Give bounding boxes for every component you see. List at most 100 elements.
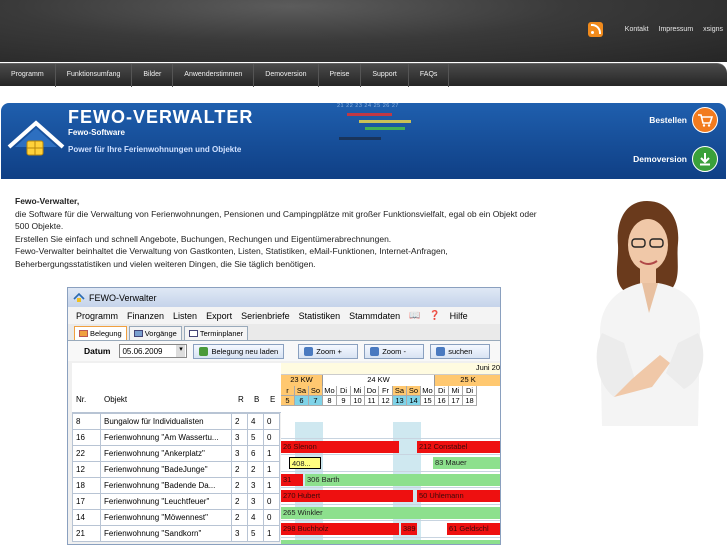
- booking-bar[interactable]: 298 Buchholz: [281, 523, 399, 535]
- top-links: Kontakt Impressum xsigns: [587, 22, 723, 37]
- day-label: Mo: [323, 386, 337, 396]
- banner-subtitle: Fewo-Software: [68, 128, 125, 137]
- help-icon[interactable]: ❓: [429, 310, 440, 321]
- week-24: 24 KW: [323, 375, 435, 386]
- zoom-in-button[interactable]: Zoom +: [298, 343, 359, 359]
- menu-programm[interactable]: Programm: [76, 311, 118, 321]
- menu-finanzen[interactable]: Finanzen: [127, 311, 164, 321]
- table-row[interactable]: 18 Ferienwohnung "Badende Da... 2 3 1: [72, 477, 280, 494]
- booking-bar[interactable]: 50 Uhlemann: [417, 490, 500, 502]
- cell-b: 3: [247, 493, 264, 510]
- menu-hilfe[interactable]: Hilfe: [450, 311, 468, 321]
- date-label: Datum: [84, 346, 111, 356]
- intro-p1: die Software für die Verwaltung von Feri…: [15, 208, 537, 232]
- cell-nr: 22: [72, 445, 101, 462]
- cell-e: 1: [263, 445, 280, 462]
- nav-anwenderstimmen[interactable]: Anwenderstimmen: [173, 64, 255, 87]
- booking-bar[interactable]: 212 Constabel: [417, 440, 500, 453]
- banner-calendar-graphic: 21 22 23 24 25 26 27: [337, 103, 427, 155]
- nav-funktionsumfang[interactable]: Funktionsumfang: [56, 64, 133, 87]
- app-tabs: Belegung Vorgänge Terminplaner: [68, 324, 500, 341]
- planner-icon: [188, 330, 198, 337]
- timeline-rows: 26 Slenon 212 Constabel 408... 83 Mauer …: [281, 422, 500, 544]
- menu-export[interactable]: Export: [206, 311, 232, 321]
- daynum-label: 11: [365, 396, 379, 406]
- cell-objekt: Ferienwohnung "Sandkorn": [100, 525, 232, 542]
- cell-nr: 17: [72, 493, 101, 510]
- booking-bar[interactable]: 270 Hubert: [281, 490, 413, 502]
- booking-bar[interactable]: 265 Winkler: [281, 506, 500, 519]
- demo-button[interactable]: Demoversion: [633, 146, 718, 172]
- menu-stammdaten[interactable]: Stammdaten: [349, 311, 400, 321]
- zoom-in-icon: [304, 346, 314, 356]
- nav-faqs[interactable]: FAQs: [409, 64, 450, 87]
- table-row[interactable]: 12 Ferienwohnung "BadeJunge" 2 2 1: [72, 461, 280, 478]
- nav-support[interactable]: Support: [361, 64, 409, 87]
- link-xsigns[interactable]: xsigns: [703, 26, 723, 33]
- booking-bar[interactable]: 26 Slenon: [281, 440, 399, 453]
- menu-statistiken[interactable]: Statistiken: [299, 311, 341, 321]
- cell-objekt: Ferienwohnung "Leuchtfeuer": [100, 493, 232, 510]
- app-toolbar: Datum 05.06.2009 Belegung neu laden Zoom…: [68, 341, 500, 361]
- daynum-label: 18: [463, 396, 477, 406]
- cell-objekt: Ferienwohnung "Am Wassertu...: [100, 429, 232, 446]
- booking-bar[interactable]: 31: [281, 473, 303, 486]
- search-button[interactable]: suchen: [430, 343, 491, 359]
- zoom-out-button[interactable]: Zoom -: [364, 343, 425, 359]
- nav-preise[interactable]: Preise: [319, 64, 362, 87]
- day-label: Di: [463, 386, 477, 396]
- app-house-icon: [73, 292, 85, 302]
- table-row[interactable]: 16 Ferienwohnung "Am Wassertu... 3 5 0: [72, 429, 280, 446]
- table-row[interactable]: 14 Ferienwohnung "Möwennest" 2 4 0: [72, 509, 280, 526]
- cell-nr: 14: [72, 509, 101, 526]
- table-row[interactable]: 8 Bungalow für Individualisten 2 4 0: [72, 413, 280, 430]
- booking-bar[interactable]: [281, 539, 500, 544]
- booking-bar[interactable]: 389: [401, 523, 417, 535]
- table-row[interactable]: 17 Ferienwohnung "Leuchtfeuer" 2 3 0: [72, 493, 280, 510]
- table-row[interactable]: 21 Ferienwohnung "Sandkorn" 3 5 1: [72, 525, 280, 542]
- booking-bar[interactable]: 83 Mauer: [433, 457, 500, 469]
- tab-belegung[interactable]: Belegung: [74, 326, 127, 340]
- nav-programm[interactable]: Programm: [0, 64, 56, 87]
- nav-demoversion[interactable]: Demoversion: [254, 64, 319, 87]
- reload-button[interactable]: Belegung neu laden: [193, 343, 285, 359]
- reload-icon: [199, 346, 209, 356]
- banner-slogan: Power für Ihre Ferienwohnungen und Objek…: [68, 145, 242, 154]
- book-icon[interactable]: 📖: [409, 310, 420, 321]
- cell-e: 0: [263, 429, 280, 446]
- daynum-label: 5: [281, 396, 295, 406]
- date-picker[interactable]: 05.06.2009: [119, 344, 188, 358]
- cell-nr: 12: [72, 461, 101, 478]
- booking-bar[interactable]: 61 Geldschl: [447, 523, 500, 535]
- tab-belegung-label: Belegung: [90, 329, 122, 338]
- nav-bilder[interactable]: Bilder: [132, 64, 174, 87]
- daynum-label: 9: [337, 396, 351, 406]
- tab-vorgaenge[interactable]: Vorgänge: [128, 326, 182, 340]
- top-header: Kontakt Impressum xsigns: [0, 0, 727, 62]
- booking-bar[interactable]: 408...: [289, 457, 321, 469]
- cell-r: 2: [231, 477, 248, 494]
- intro-p2: Erstellen Sie einfach und schnell Angebo…: [15, 233, 392, 244]
- booking-bar[interactable]: 306 Barth: [305, 473, 500, 486]
- cell-nr: 8: [72, 413, 101, 430]
- cell-b: 4: [247, 509, 264, 526]
- rss-icon[interactable]: [587, 22, 603, 37]
- link-kontakt[interactable]: Kontakt: [625, 26, 649, 33]
- tab-terminplaner[interactable]: Terminplaner: [183, 326, 249, 340]
- cell-e: 1: [263, 461, 280, 478]
- menu-serienbriefe[interactable]: Serienbriefe: [241, 311, 290, 321]
- objects-table: 8 Bungalow für Individualisten 2 4 0 16 Ferie…: [72, 413, 280, 542]
- list-icon: [133, 330, 143, 337]
- cell-nr: 21: [72, 525, 101, 542]
- search-label: suchen: [448, 346, 473, 356]
- calendar-icon: [79, 330, 88, 337]
- menu-listen[interactable]: Listen: [173, 311, 197, 321]
- daynum-label: 10: [351, 396, 365, 406]
- timeline-row: 298 Buchholz 389 61 Geldschl: [281, 521, 500, 538]
- link-impressum[interactable]: Impressum: [659, 26, 694, 33]
- table-row[interactable]: 22 Ferienwohnung "Ankerplatz" 3 6 1: [72, 445, 280, 462]
- order-label: Bestellen: [649, 115, 687, 125]
- order-button[interactable]: Bestellen: [649, 107, 718, 133]
- cell-objekt: Ferienwohnung "Ankerplatz": [100, 445, 232, 462]
- intro-heading: Fewo-Verwalter,: [15, 196, 80, 206]
